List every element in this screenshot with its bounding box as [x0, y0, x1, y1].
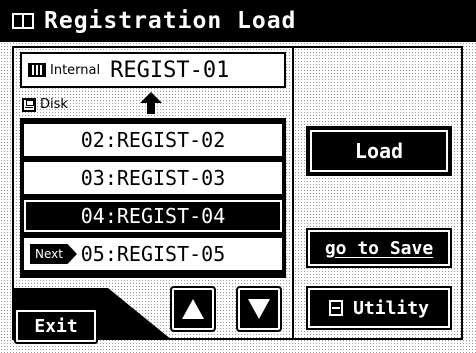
- utility-button[interactable]: Utility: [306, 286, 452, 330]
- keyboard-icon: [28, 63, 46, 77]
- page-title: Registration Load: [44, 8, 297, 34]
- list-item-text: 03:REGIST-03: [80, 166, 226, 190]
- triangle-up-icon: [182, 299, 204, 319]
- go-to-save-label: go to Save: [324, 237, 434, 259]
- list-item[interactable]: 02:REGIST-02: [24, 124, 282, 156]
- triangle-down-icon: [248, 299, 270, 319]
- list-item[interactable]: Next 05:REGIST-05: [24, 238, 282, 270]
- panel-divider: [292, 46, 294, 340]
- exit-button-label: Exit: [34, 315, 78, 337]
- disk-label-row: Disk: [22, 97, 68, 112]
- internal-value: REGIST-01: [110, 57, 230, 83]
- utility-icon: [329, 300, 344, 316]
- utility-button-label: Utility: [353, 297, 429, 319]
- book-icon: [12, 13, 34, 29]
- exit-button[interactable]: Exit: [14, 308, 98, 344]
- scroll-down-button[interactable]: [236, 286, 282, 332]
- list-item-text: 05:REGIST-05: [80, 242, 226, 266]
- registration-load-screen: Registration Load Internal REGIST-01 Dis…: [0, 0, 476, 353]
- list-item[interactable]: 03:REGIST-03: [24, 162, 282, 194]
- internal-label: Internal: [50, 62, 101, 78]
- header-bar: Registration Load: [0, 0, 476, 42]
- list-item-text: 02:REGIST-02: [80, 128, 226, 152]
- list-item-selected[interactable]: 04:REGIST-04: [24, 200, 282, 232]
- next-badge: Next: [30, 244, 77, 264]
- load-button[interactable]: Load: [306, 126, 452, 176]
- list-item-text: 04:REGIST-04: [80, 204, 226, 228]
- disk-label: Disk: [40, 97, 68, 112]
- load-button-label: Load: [354, 139, 404, 163]
- floppy-disk-icon: [22, 97, 36, 112]
- scroll-up-button[interactable]: [170, 286, 216, 332]
- arrow-up-icon: [140, 92, 162, 114]
- go-to-save-button[interactable]: go to Save: [306, 228, 452, 268]
- internal-destination: Internal REGIST-01: [20, 52, 286, 88]
- registration-list: 02:REGIST-02 03:REGIST-03 04:REGIST-04 N…: [20, 118, 286, 278]
